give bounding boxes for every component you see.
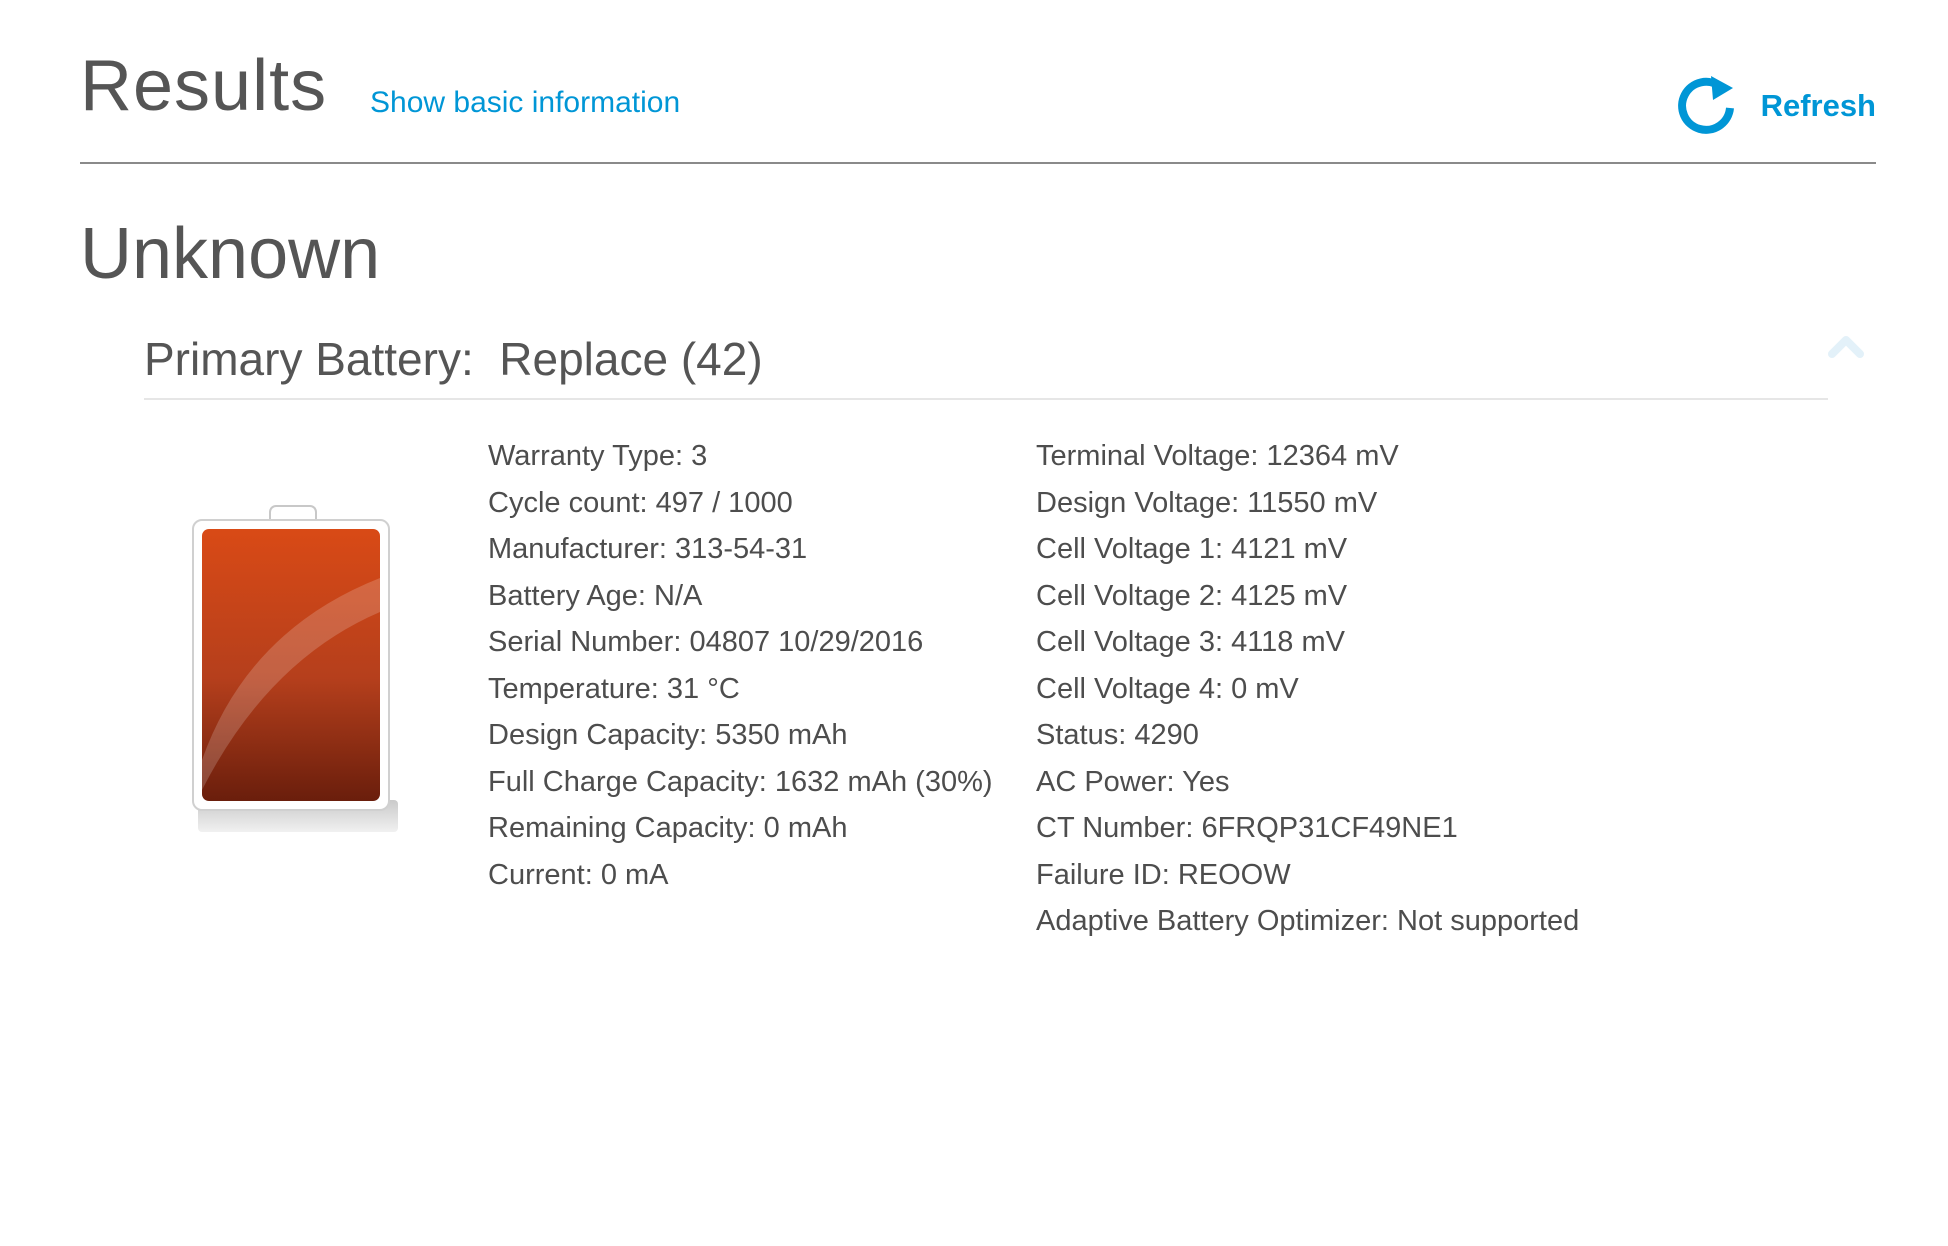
battery-icon	[192, 505, 398, 832]
current: Current: 0 mA	[488, 858, 669, 891]
warranty-type: Warranty Type: 3	[488, 440, 708, 472]
battery-section-header[interactable]: Primary Battery: Replace (42)	[144, 330, 1828, 400]
remaining-capacity: Remaining Capacity: 0 mAh	[488, 812, 848, 844]
ct-number: CT Number: 6FRQP31CF49NE1	[1036, 812, 1458, 844]
battery-age: Battery Age: N/A	[488, 579, 703, 612]
device-name: Unknown	[80, 214, 381, 294]
cell-voltage-3: Cell Voltage 3: 4118 mV	[1036, 626, 1345, 658]
ac-power: AC Power: Yes	[1036, 765, 1230, 798]
battery-section-title: Primary Battery: Replace (42)	[144, 333, 763, 385]
cell-voltage-1: Cell Voltage 1: 4121 mV	[1036, 533, 1348, 565]
adaptive-battery-optimizer: Adaptive Battery Optimizer: Not supporte…	[1036, 905, 1580, 937]
design-voltage: Design Voltage: 11550 mV	[1036, 486, 1378, 519]
manufacturer: Manufacturer: 313-54-31	[488, 533, 808, 565]
full-charge-capacity: Full Charge Capacity: 1632 mAh (30%)	[488, 765, 993, 798]
show-basic-info-link[interactable]: Show basic information	[370, 86, 680, 120]
temperature: Temperature: 31 °C	[488, 672, 740, 705]
failure-id: Failure ID: REOOW	[1036, 858, 1291, 891]
battery-properties-right: Terminal Voltage: 12364 mV Design Voltag…	[1036, 433, 1579, 945]
serial-number: Serial Number: 04807 10/29/2016	[488, 626, 924, 658]
design-capacity: Design Capacity: 5350 mAh	[488, 719, 848, 751]
cycle-count: Cycle count: 497 / 1000	[488, 486, 793, 519]
cell-voltage-2: Cell Voltage 2: 4125 mV	[1036, 579, 1348, 612]
terminal-voltage: Terminal Voltage: 12364 mV	[1036, 440, 1399, 472]
cell-voltage-4: Cell Voltage 4: 0 mV	[1036, 672, 1299, 705]
refresh-button[interactable]: Refresh	[1675, 74, 1876, 138]
refresh-icon[interactable]	[1675, 74, 1739, 138]
results-header: Results Show basic information Refresh	[80, 40, 1876, 164]
status: Status: 4290	[1036, 719, 1199, 751]
chevron-up-icon[interactable]	[1826, 330, 1866, 360]
page-title: Results	[80, 46, 328, 126]
battery-properties-left: Warranty Type: 3 Cycle count: 497 / 1000…	[488, 433, 993, 898]
refresh-label: Refresh	[1760, 88, 1876, 123]
